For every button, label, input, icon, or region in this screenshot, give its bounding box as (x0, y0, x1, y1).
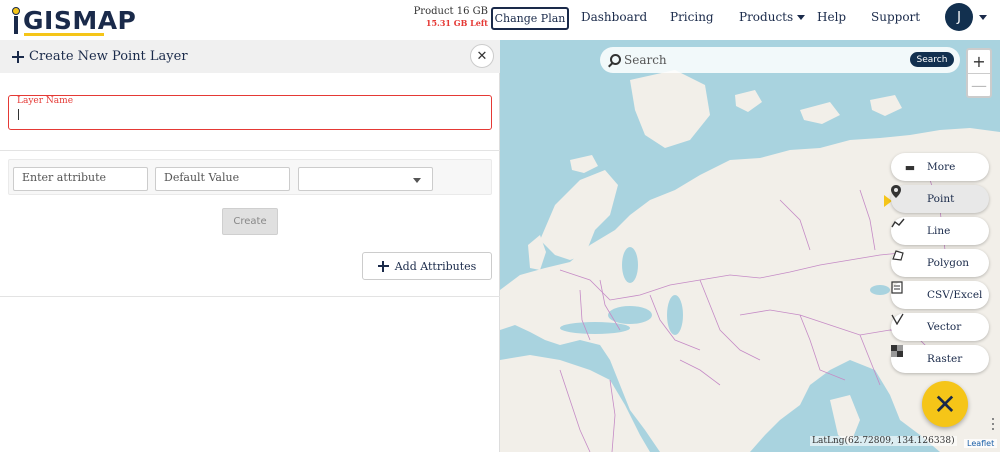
raster-grid-icon (891, 345, 917, 366)
menu-vector[interactable]: Vector (891, 313, 989, 341)
close-layer-menu-button[interactable]: ✕ (922, 381, 968, 427)
menu-raster-label: Raster (927, 353, 963, 365)
polygon-icon (892, 250, 917, 270)
close-icon: ✕ (476, 48, 488, 64)
latlng-readout: LatLng(62.72809, 134.126338) (810, 436, 957, 446)
menu-line[interactable]: Line (891, 217, 989, 245)
leaflet-attribution-link[interactable]: Leaflet (964, 439, 998, 448)
plus-icon (377, 260, 389, 272)
attribute-row: Enter attribute Default Value (8, 159, 492, 195)
panel-title: Create New Point Layer (12, 49, 188, 64)
text-cursor (18, 109, 19, 120)
close-icon: ✕ (933, 387, 957, 421)
chevron-down-icon (797, 15, 806, 20)
drag-handle-icon[interactable] (992, 418, 996, 433)
storage-left: 15.31 GB Left (425, 18, 488, 28)
logo-text: GISMAP (23, 5, 137, 35)
user-avatar[interactable]: J (945, 3, 973, 31)
plus-icon (12, 50, 24, 63)
logo-underline (24, 33, 104, 36)
menu-raster[interactable]: Raster (891, 345, 989, 373)
storage-info: Product 16 GB 15.31 GB Left (412, 6, 488, 28)
menu-more-label: More (927, 161, 956, 173)
polyline-icon (891, 218, 917, 238)
nav-products[interactable]: Products (739, 10, 806, 24)
default-value-input[interactable]: Default Value (155, 167, 290, 191)
search-icon (610, 54, 621, 65)
divider (0, 150, 500, 151)
panel-title-text: Create New Point Layer (29, 49, 188, 64)
nav-pricing[interactable]: Pricing (670, 10, 714, 24)
vector-icon (891, 313, 917, 334)
menu-point-label: Point (927, 193, 955, 205)
create-layer-panel: Create New Point Layer ✕ Layer Name Ente… (0, 40, 500, 452)
add-attributes-label: Add Attributes (394, 259, 477, 273)
attribute-name-input[interactable]: Enter attribute (13, 167, 148, 191)
igismap-logo[interactable]: GISMAP (10, 4, 136, 36)
menu-polygon-label: Polygon (927, 257, 970, 269)
csv-file-icon (891, 281, 917, 302)
menu-polygon[interactable]: Polygon (891, 249, 989, 277)
nav-products-label: Products (739, 10, 794, 24)
divider (0, 296, 500, 297)
nav-dashboard[interactable]: Dashboard (581, 10, 647, 24)
nav-support[interactable]: Support (871, 10, 920, 24)
menu-csv-label: CSV/Excel (927, 289, 983, 301)
create-button[interactable]: Create (222, 208, 278, 235)
layer-name-label: Layer Name (17, 96, 74, 106)
logo-pin-icon (10, 5, 22, 35)
close-panel-button[interactable]: ✕ (470, 44, 494, 68)
more-icon: ▬ (904, 160, 916, 174)
storage-plan: Product 16 GB (413, 6, 488, 17)
map-search-bar[interactable]: Search Search (600, 47, 960, 73)
zoom-out-button[interactable]: — (968, 73, 990, 96)
select-chevron-down-icon (413, 178, 421, 183)
zoom-in-button[interactable]: + (968, 50, 990, 73)
nav-help[interactable]: Help (817, 10, 846, 24)
menu-more[interactable]: ▬ More (891, 153, 989, 181)
map-view[interactable]: Search Search + — ▬ More Point Line Poly… (500, 40, 1000, 452)
map-search-input[interactable]: Search (624, 53, 667, 67)
menu-point[interactable]: Point (891, 185, 989, 213)
menu-csv-excel[interactable]: CSV/Excel (891, 281, 989, 309)
zoom-control: + — (966, 48, 992, 98)
menu-vector-label: Vector (927, 321, 962, 333)
layer-name-input[interactable]: Layer Name (8, 95, 492, 130)
change-plan-button[interactable]: Change Plan (491, 7, 569, 30)
add-attributes-button[interactable]: Add Attributes (362, 252, 492, 280)
map-search-button[interactable]: Search (910, 52, 954, 67)
top-navbar: GISMAP Product 16 GB 15.31 GB Left Chang… (0, 0, 1000, 40)
map-marker-icon (891, 185, 917, 206)
menu-line-label: Line (927, 225, 951, 237)
user-menu-chevron-icon[interactable] (979, 15, 987, 20)
panel-header: Create New Point Layer ✕ (0, 40, 500, 73)
